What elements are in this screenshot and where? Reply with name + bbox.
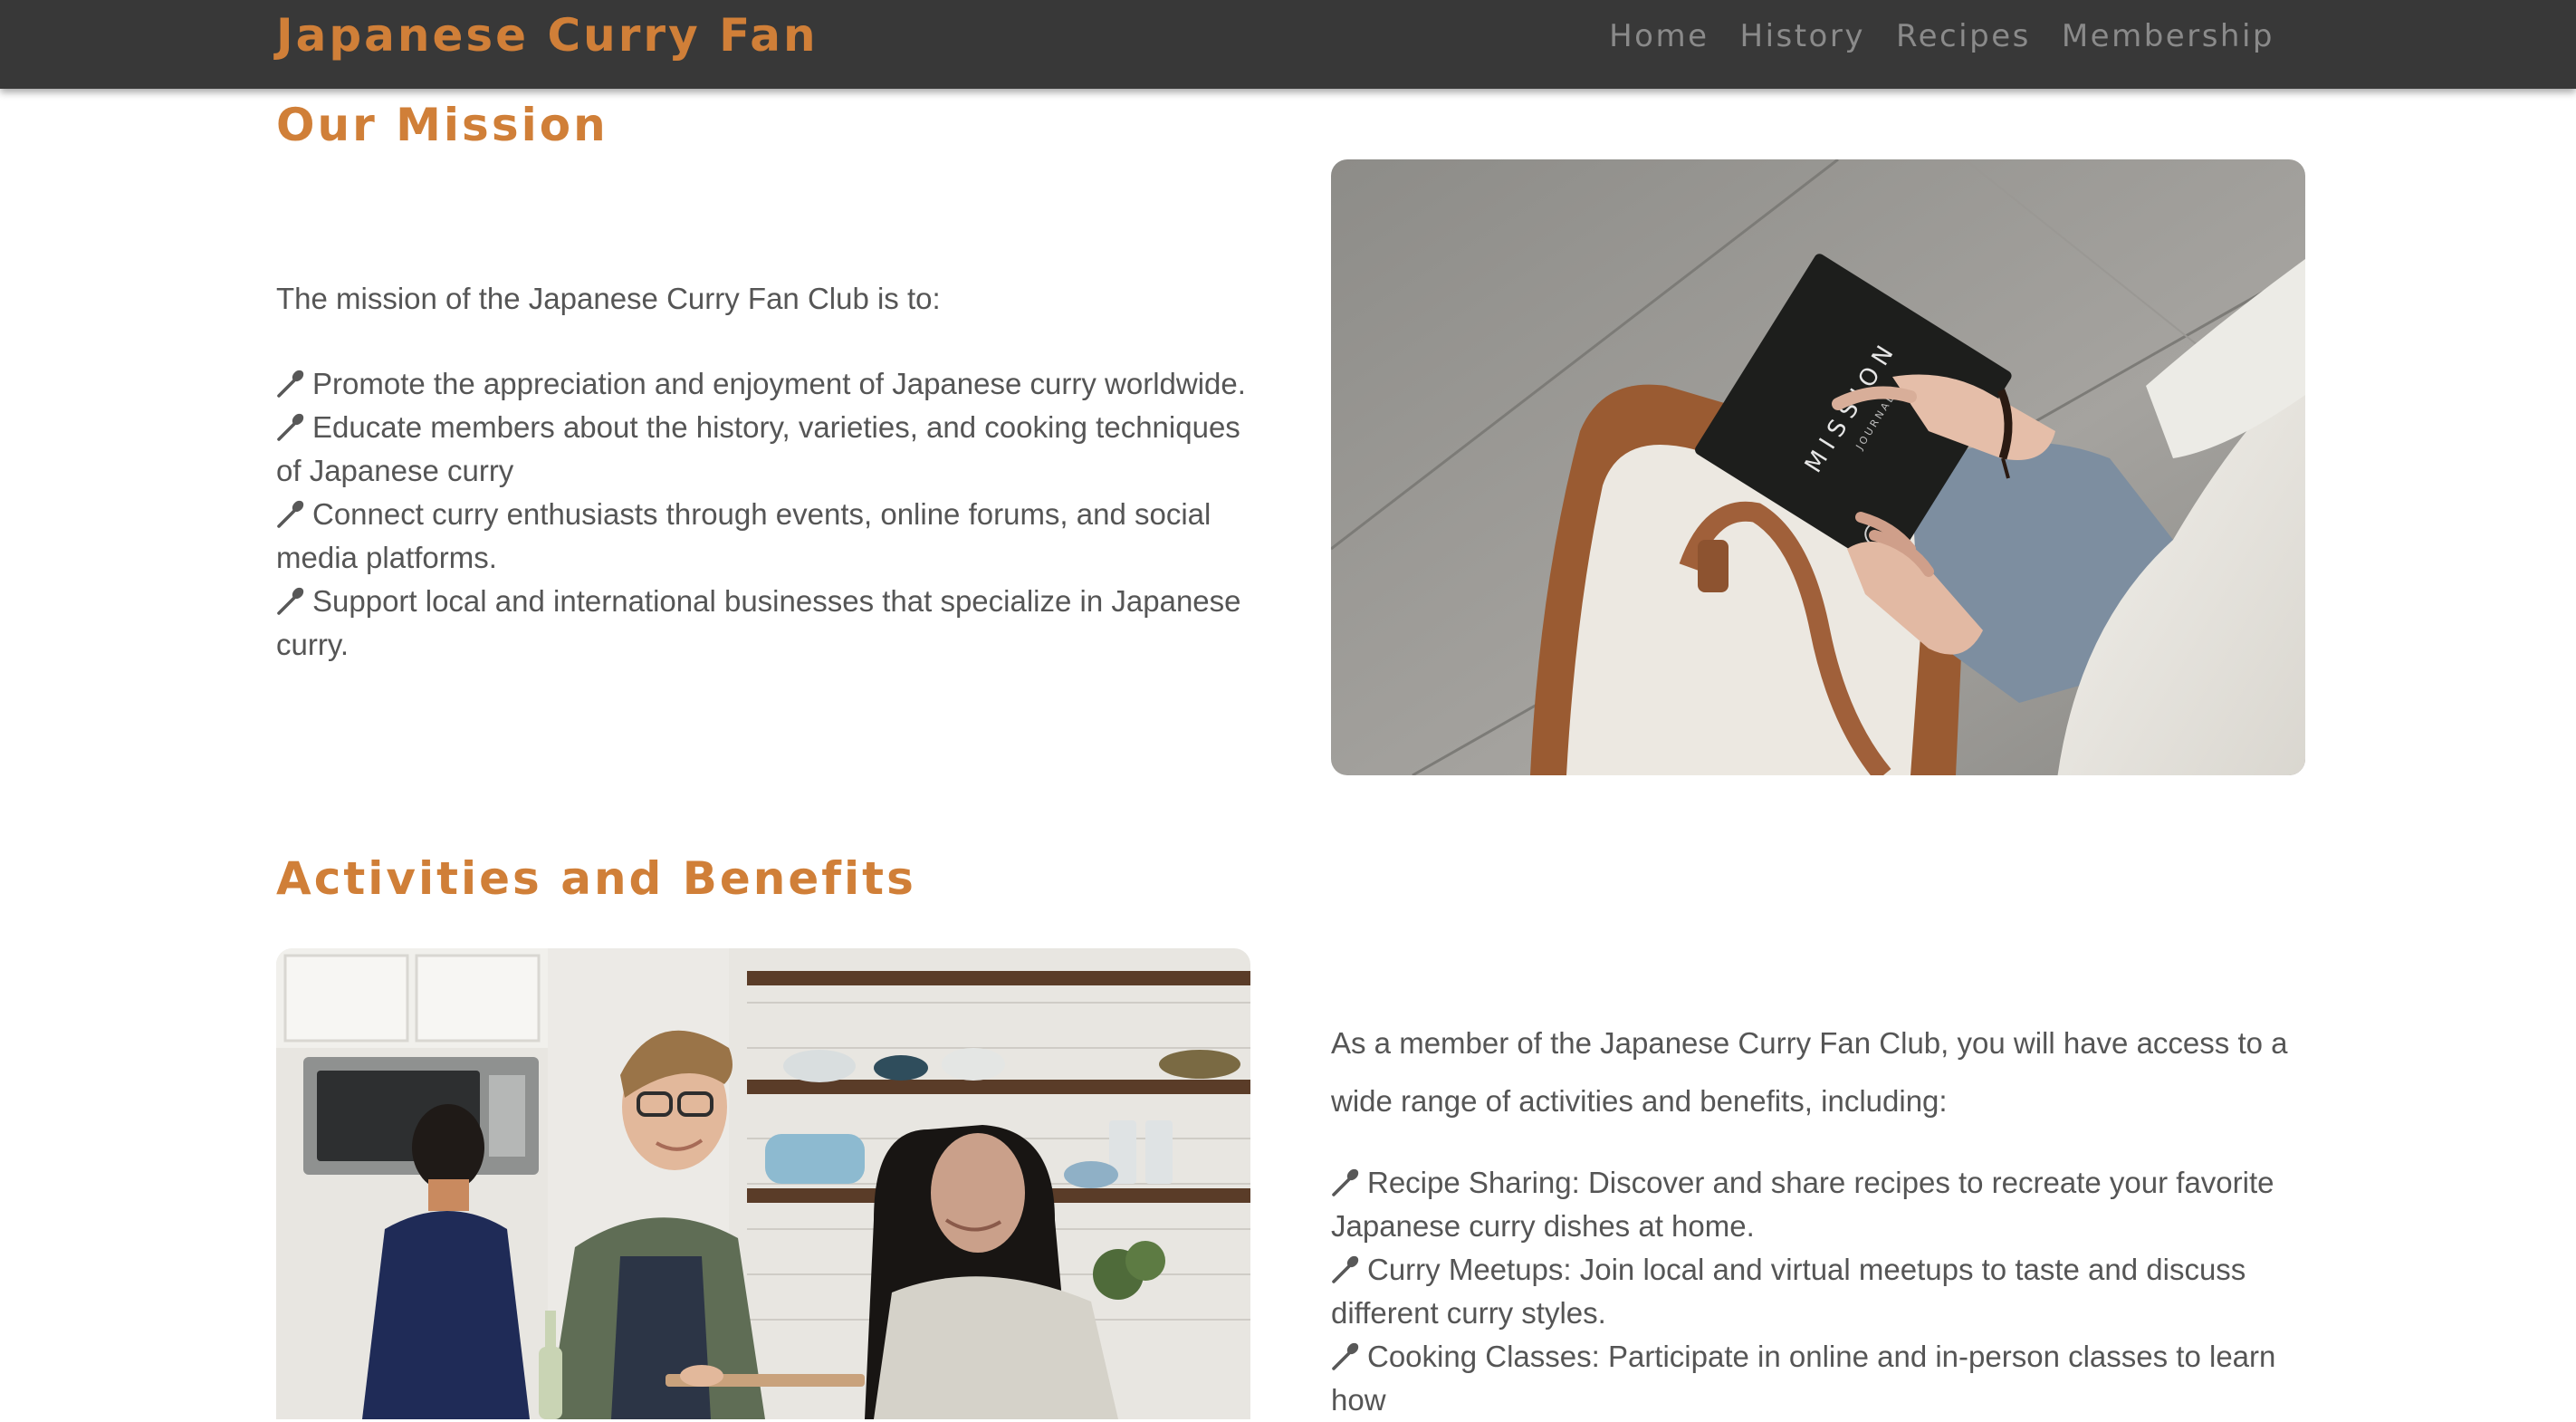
spoon-icon [277,370,304,398]
activities-heading: Activities and Benefits [276,852,916,905]
mission-item: Promote the appreciation and enjoyment o… [276,362,1259,406]
spoon-icon [1332,1255,1359,1283]
kitchen-cooking-photo [276,948,1250,1419]
mission-intro: The mission of the Japanese Curry Fan Cl… [276,282,941,315]
mission-item-text: Educate members about the history, varie… [276,410,1240,487]
mission-item-text: Support local and international business… [276,584,1241,661]
spoon-icon [277,500,304,528]
kitchen-cooking-illustration [276,948,1250,1419]
activities-item: Recipe Sharing: Discover and share recip… [1331,1161,2318,1248]
mission-heading: Our Mission [276,99,608,151]
spoon-icon [277,413,304,441]
mission-journal-photo: MISSION JOURNAL [1331,159,2305,775]
mission-item-text: Promote the appreciation and enjoyment o… [312,367,1246,400]
activities-text: As a member of the Japanese Curry Fan Cl… [1331,1014,2318,1422]
activities-item-text: Recipe Sharing: Discover and share recip… [1331,1166,2274,1243]
mission-item: Support local and international business… [276,580,1259,667]
mission-item-text: Connect curry enthusiasts through events… [276,497,1211,574]
activities-item: Cooking Classes: Participate in online a… [1331,1335,2318,1422]
activities-intro: As a member of the Japanese Curry Fan Cl… [1331,1026,2288,1118]
nav-home[interactable]: Home [1609,14,1709,58]
spoon-icon [277,587,304,615]
spoon-icon [1332,1342,1359,1370]
activities-item-text: Curry Meetups: Join local and virtual me… [1331,1253,2246,1330]
nav-history[interactable]: History [1740,14,1865,58]
mission-item: Educate members about the history, varie… [276,406,1259,493]
nav-membership[interactable]: Membership [2062,14,2274,58]
activities-item-text: Cooking Classes: Participate in online a… [1331,1340,2276,1417]
mission-journal-illustration: MISSION JOURNAL [1331,159,2305,775]
mission-text: The mission of the Japanese Curry Fan Cl… [276,277,1259,667]
activities-item: Curry Meetups: Join local and virtual me… [1331,1248,2318,1335]
mission-item: Connect curry enthusiasts through events… [276,493,1259,580]
spoon-icon [1332,1168,1359,1196]
nav-recipes[interactable]: Recipes [1896,14,2031,58]
main-nav: Home History Recipes Membership [1609,14,2274,58]
site-brand[interactable]: Japanese Curry Fan [276,5,819,65]
top-navbar: Japanese Curry Fan Home History Recipes … [0,0,2576,89]
